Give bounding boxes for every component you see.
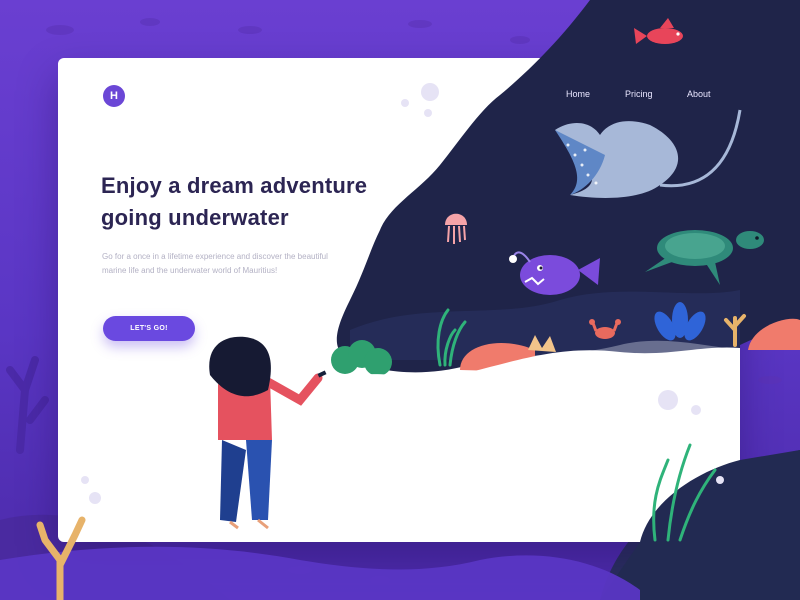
nav-item-home[interactable]: Home: [566, 89, 590, 99]
bottom-purple-hill: [0, 546, 640, 600]
cta-button[interactable]: LET'S GO!: [103, 316, 195, 341]
brand-logo[interactable]: H: [103, 85, 125, 107]
nav-item-pricing[interactable]: Pricing: [625, 89, 653, 99]
hero-title-line-1: Enjoy a dream adventure: [101, 173, 368, 198]
hero-title-line-2: going underwater: [101, 205, 289, 230]
hero-description: Go for a once in a lifetime experience a…: [102, 252, 328, 275]
woman-illustration: [209, 336, 327, 530]
hero-title: Enjoy a dream adventure going underwater: [101, 170, 401, 234]
nav-item-about[interactable]: About: [687, 89, 711, 99]
